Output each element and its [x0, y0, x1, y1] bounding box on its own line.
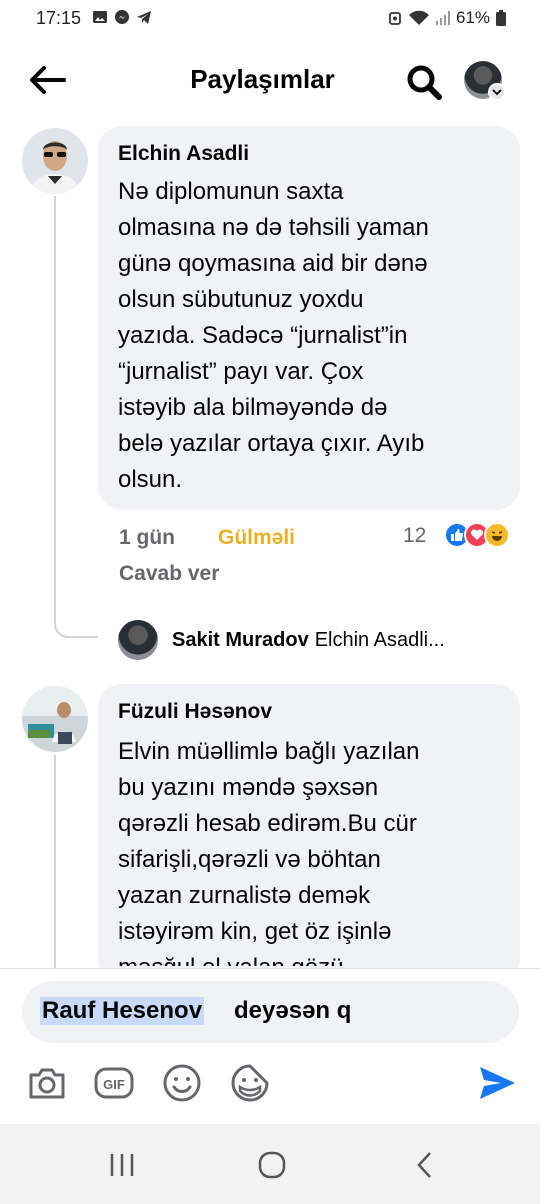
- comment-input[interactable]: Rauf Hesenov deyəsən q: [22, 981, 519, 1043]
- app-header: Paylaşımlar: [0, 44, 540, 116]
- search-icon: [407, 65, 442, 100]
- mention-tag[interactable]: Rauf Hesenov: [40, 997, 205, 1025]
- thread-line: [54, 755, 56, 969]
- comment-text: Nə diplomunun saxta olmasına nə də təhsi…: [118, 178, 429, 493]
- comment-time: 1 gün: [119, 526, 175, 549]
- recent-apps-button[interactable]: [102, 1148, 142, 1182]
- thread-line-curve: [54, 600, 98, 638]
- thread-line: [54, 196, 56, 616]
- camera-button[interactable]: [26, 1062, 68, 1104]
- emoji-button[interactable]: [161, 1062, 203, 1104]
- gallery-icon: [93, 11, 107, 23]
- messenger-icon: [115, 10, 129, 24]
- status-bar: 17:15 61%: [0, 0, 540, 36]
- avatar-photo: [22, 128, 88, 194]
- comment-text: Elvin müəllimlə bağlı yazılan bu yazını …: [118, 738, 420, 966]
- reply-author: Sakit Muradov: [172, 628, 309, 651]
- sticker-icon: [231, 1064, 269, 1102]
- signal-icon: [435, 11, 450, 25]
- notification-icons: [92, 9, 152, 25]
- emoji-icon: [163, 1064, 201, 1102]
- comment-bubble[interactable]: Füzuli Həsənov Elvin müəllimlə bağlı yaz…: [98, 684, 520, 984]
- reply-text: Elchin Asadli...: [314, 628, 445, 651]
- avatar[interactable]: [22, 686, 88, 752]
- home-button[interactable]: [252, 1148, 292, 1182]
- page-title: Paylaşımlar: [190, 64, 335, 94]
- comment-author[interactable]: Füzuli Həsənov: [118, 700, 272, 724]
- wifi-icon: [408, 10, 429, 25]
- telegram-icon: [137, 11, 151, 24]
- avatar[interactable]: [22, 128, 88, 194]
- system-nav-bar: [0, 1124, 540, 1204]
- battery-percent: 61%: [455, 8, 490, 27]
- back-nav-button[interactable]: [404, 1148, 444, 1182]
- battery-icon: [496, 10, 506, 26]
- send-button[interactable]: [476, 1062, 518, 1104]
- reaction-count[interactable]: 12: [403, 524, 426, 548]
- reaction-button[interactable]: Gülməli: [218, 526, 295, 550]
- avatar-photo: [22, 686, 88, 752]
- back-chevron-icon: [417, 1152, 431, 1178]
- profile-menu-button[interactable]: [464, 61, 510, 101]
- comment-bubble[interactable]: Elchin Asadli Nə diplomunun saxta olması…: [98, 126, 520, 510]
- comment-input-text[interactable]: deyəsən q: [234, 997, 351, 1025]
- send-icon: [480, 1067, 515, 1099]
- camera-icon: [29, 1068, 65, 1099]
- svg-text:GIF: GIF: [103, 1077, 125, 1092]
- alarm-icon: [389, 12, 401, 25]
- status-time: 17:15: [36, 8, 82, 28]
- haha-icon: [484, 522, 510, 548]
- sticker-button[interactable]: [229, 1062, 271, 1104]
- chevron-down-icon: [488, 83, 506, 101]
- comment-author[interactable]: Elchin Asadli: [118, 142, 249, 166]
- recent-apps-icon: [110, 1154, 134, 1176]
- gif-button[interactable]: GIF: [93, 1062, 135, 1104]
- divider: [0, 968, 540, 969]
- search-button[interactable]: [404, 62, 444, 102]
- home-icon: [258, 1151, 286, 1179]
- reply-button[interactable]: Cavab ver: [119, 562, 219, 586]
- composer-toolbar: GIF: [0, 1058, 540, 1108]
- status-right: 61%: [388, 8, 506, 28]
- avatar: [118, 620, 158, 660]
- gif-icon: GIF: [94, 1067, 134, 1099]
- reply-preview[interactable]: Sakit Muradov Elchin Asadli...: [118, 620, 445, 660]
- reaction-summary[interactable]: [444, 522, 510, 548]
